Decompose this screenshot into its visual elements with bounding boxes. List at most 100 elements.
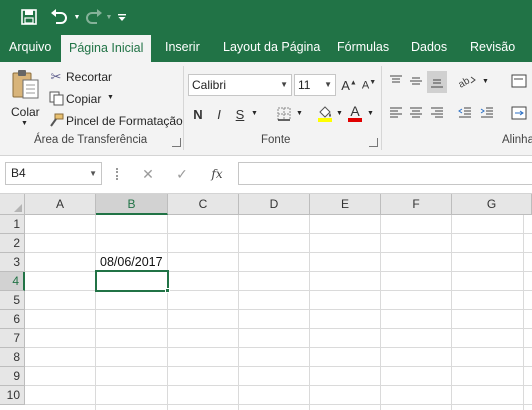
font-dialog-launcher[interactable] bbox=[369, 138, 378, 147]
align-right-button[interactable] bbox=[428, 104, 446, 122]
chevron-down-icon: ▼ bbox=[324, 80, 332, 89]
undo-dropdown-button[interactable]: ▼ bbox=[72, 6, 82, 28]
align-center-button[interactable] bbox=[407, 104, 425, 122]
chevron-down-icon[interactable]: ▼ bbox=[296, 110, 303, 117]
gridline bbox=[95, 215, 96, 410]
paste-button[interactable]: Colar ▼ bbox=[6, 66, 44, 132]
tab-data[interactable]: Dados bbox=[411, 33, 447, 62]
align-left-icon bbox=[390, 107, 402, 118]
format-painter-button[interactable]: Pincel de Formatação bbox=[48, 112, 183, 130]
underline-button[interactable]: S bbox=[232, 104, 248, 124]
column-header-b[interactable]: B bbox=[96, 194, 168, 215]
wrap-text-button[interactable] bbox=[509, 72, 529, 90]
tab-home[interactable]: Página Inicial bbox=[61, 35, 152, 62]
gridline bbox=[309, 215, 310, 410]
gridline bbox=[25, 385, 532, 386]
tab-review[interactable]: Revisão bbox=[470, 33, 515, 62]
format-painter-label: Pincel de Formatação bbox=[66, 114, 183, 128]
font-name-value: Calibri bbox=[192, 78, 227, 92]
name-box[interactable]: B4 ▼ bbox=[5, 162, 102, 185]
decrease-font-size-button[interactable]: A▼ bbox=[360, 75, 378, 95]
row-header-2[interactable]: 2 bbox=[0, 234, 25, 253]
top-align-button[interactable] bbox=[387, 72, 405, 90]
tab-insert[interactable]: Inserir bbox=[165, 33, 200, 62]
row-header-8[interactable]: 8 bbox=[0, 348, 25, 367]
title-bar: ▼ ▼ bbox=[0, 0, 532, 33]
gridline bbox=[451, 215, 452, 410]
cut-label: Recortar bbox=[66, 70, 113, 84]
increase-font-size-icon: A▲ bbox=[341, 77, 357, 93]
column-header-f[interactable]: F bbox=[381, 194, 452, 215]
align-left-button[interactable] bbox=[387, 104, 405, 122]
increase-indent-button[interactable] bbox=[478, 104, 496, 122]
chevron-down-icon[interactable]: ▼ bbox=[336, 110, 343, 117]
row-header-4[interactable]: 4 bbox=[0, 272, 25, 291]
column-header-c[interactable]: C bbox=[168, 194, 239, 215]
increase-font-size-button[interactable]: A▲ bbox=[340, 75, 358, 95]
redo-icon bbox=[86, 9, 102, 24]
chevron-down-icon: ▼ bbox=[105, 13, 113, 21]
formula-input[interactable] bbox=[238, 162, 532, 185]
middle-align-button[interactable] bbox=[407, 72, 425, 90]
chevron-down-icon[interactable]: ▼ bbox=[482, 78, 489, 85]
font-name-select[interactable]: Calibri ▼ bbox=[188, 74, 292, 96]
decrease-font-size-icon: A▼ bbox=[361, 78, 377, 92]
row-header-1[interactable]: 1 bbox=[0, 215, 25, 234]
gridline bbox=[25, 252, 532, 253]
worksheet-grid: A B C D E F G 1 2 3 4 5 6 7 8 9 10 08/06… bbox=[0, 194, 532, 410]
column-header-e[interactable]: E bbox=[310, 194, 381, 215]
cancel-formula-button[interactable]: ✕ bbox=[138, 165, 158, 183]
tab-page-layout[interactable]: Layout da Página bbox=[223, 33, 320, 62]
chevron-down-icon: ▼ bbox=[107, 94, 114, 101]
tab-formulas[interactable]: Fórmulas bbox=[337, 33, 389, 62]
row-header-10[interactable]: 10 bbox=[0, 386, 25, 405]
bold-button[interactable]: N bbox=[190, 104, 206, 124]
row-header-6[interactable]: 6 bbox=[0, 310, 25, 329]
bottom-align-icon bbox=[431, 79, 443, 88]
copy-button[interactable]: Copiar ▼ bbox=[48, 90, 118, 108]
chevron-down-icon[interactable]: ▼ bbox=[251, 110, 258, 117]
customize-toolbar-button[interactable] bbox=[115, 6, 129, 28]
align-right-icon bbox=[431, 107, 443, 118]
row-header-7[interactable]: 7 bbox=[0, 329, 25, 348]
font-size-select[interactable]: 11 ▼ bbox=[294, 74, 336, 96]
chevron-down-icon[interactable]: ▼ bbox=[367, 110, 374, 117]
top-align-icon bbox=[390, 75, 402, 83]
cell-b3[interactable]: 08/06/2017 bbox=[100, 255, 163, 269]
cut-button[interactable]: ✂ Recortar bbox=[48, 68, 118, 86]
gridline bbox=[25, 309, 532, 310]
undo-button[interactable] bbox=[46, 6, 72, 28]
redo-dropdown-button[interactable]: ▼ bbox=[104, 6, 114, 28]
divider-dots[interactable] bbox=[116, 168, 120, 180]
column-header-d[interactable]: D bbox=[239, 194, 310, 215]
customize-toolbar-icon bbox=[118, 14, 126, 21]
save-button[interactable] bbox=[18, 6, 40, 28]
select-all-button[interactable] bbox=[0, 194, 25, 215]
row-header-3[interactable]: 3 bbox=[0, 253, 25, 272]
scissors-icon: ✂ bbox=[50, 69, 62, 84]
gridline bbox=[25, 328, 532, 329]
clipboard-dialog-launcher[interactable] bbox=[172, 138, 181, 147]
borders-button[interactable] bbox=[275, 104, 293, 124]
font-size-value: 11 bbox=[298, 78, 311, 92]
row-header-9[interactable]: 9 bbox=[0, 367, 25, 386]
bottom-align-button[interactable] bbox=[427, 71, 447, 93]
tab-file[interactable]: Arquivo bbox=[9, 33, 51, 62]
column-header-g[interactable]: G bbox=[452, 194, 532, 215]
orientation-button[interactable]: ab bbox=[456, 72, 478, 90]
active-cell-b4[interactable] bbox=[95, 270, 169, 292]
enter-formula-button[interactable]: ✓ bbox=[172, 165, 192, 183]
fill-color-button[interactable] bbox=[316, 102, 334, 124]
font-group-label: Fonte bbox=[261, 134, 291, 146]
copy-label: Copiar bbox=[66, 92, 102, 106]
decrease-indent-button[interactable] bbox=[456, 104, 474, 122]
fill-handle[interactable] bbox=[165, 288, 170, 293]
redo-button[interactable] bbox=[82, 6, 106, 28]
merge-center-button[interactable] bbox=[509, 104, 529, 122]
insert-function-button[interactable]: fx bbox=[205, 165, 229, 183]
italic-button[interactable]: I bbox=[211, 104, 227, 124]
column-header-a[interactable]: A bbox=[25, 194, 96, 215]
formula-bar: B4 ▼ ✕ ✓ fx bbox=[0, 156, 532, 194]
row-header-5[interactable]: 5 bbox=[0, 291, 25, 310]
font-color-button[interactable]: A bbox=[346, 102, 364, 124]
